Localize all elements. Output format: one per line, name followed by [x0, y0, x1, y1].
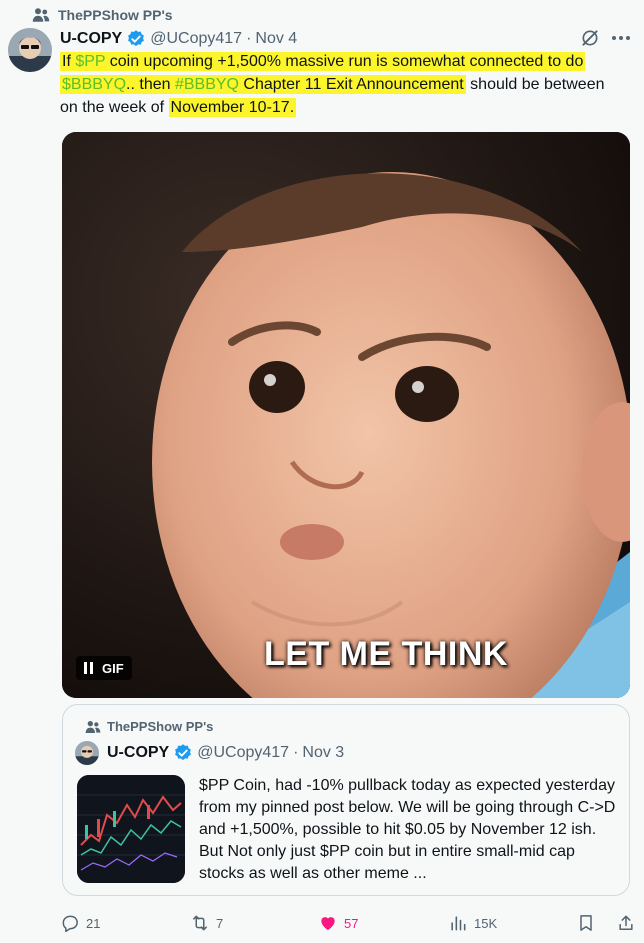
quote-social-context: ThePPShow PP's [85, 719, 213, 734]
tweet-header: U-COPY @UCopy417 · Nov 4 [60, 28, 297, 50]
heart-icon [321, 917, 335, 931]
baby-gif-image [62, 132, 630, 698]
author-handle[interactable]: @UCopy417 [150, 30, 242, 48]
text-segment: $BBBYQ.. then #BBBYQ Chapter 11 Exit Ann… [60, 75, 466, 94]
bookmark-icon [580, 915, 592, 931]
like-button[interactable]: 57 [318, 908, 358, 938]
gif-media[interactable]: GIF LET ME THINK [62, 132, 630, 698]
verified-badge-icon [175, 744, 192, 761]
avatar-image [8, 28, 52, 72]
text-segment: on the week of [60, 99, 169, 116]
tweet-text: If $PP coin upcoming +1,500% massive run… [60, 50, 640, 119]
repost-icon [193, 915, 207, 931]
quote-avatar [75, 741, 99, 765]
reply-icon [62, 915, 78, 933]
quote-author-name: U-COPY [107, 744, 170, 761]
views-chart-icon [451, 916, 466, 931]
verified-badge-icon[interactable] [126, 29, 146, 49]
quote-author-handle: @UCopy417 [197, 744, 290, 761]
grok-icon[interactable] [580, 28, 600, 48]
share-icon [619, 915, 633, 930]
views-count: 15K [474, 915, 498, 931]
quoted-tweet[interactable]: ThePPShow PP's U-COPY @UCopy417 · Nov 3 [62, 704, 630, 896]
avatar[interactable] [8, 28, 52, 72]
quote-text: $PP Coin, had -10% pullback today as exp… [199, 777, 616, 882]
reply-count: 21 [86, 915, 101, 931]
quote-date: Nov 3 [302, 744, 345, 761]
avatar-image [75, 741, 99, 765]
quote-context-label: ThePPShow PP's [107, 719, 214, 734]
people-icon [32, 8, 50, 22]
social-context[interactable]: ThePPShow PP's [32, 4, 173, 26]
quote-chart-thumbnail [77, 775, 185, 883]
text-segment: should be between [465, 76, 605, 93]
action-bar: 21 7 57 15K [60, 908, 640, 938]
separator-dot: · [246, 30, 252, 47]
people-icon [85, 720, 101, 733]
author-name[interactable]: U-COPY [60, 30, 122, 48]
text-segment: November 10-17. [168, 98, 297, 117]
share-button[interactable] [616, 908, 636, 938]
reply-button[interactable]: 21 [60, 908, 100, 938]
bookmark-button[interactable] [576, 908, 596, 938]
views-button[interactable]: 15K [448, 908, 497, 938]
social-context-label: ThePPShow PP's [58, 7, 173, 23]
text-segment: If $PP coin upcoming +1,500% massive run… [60, 52, 586, 71]
more-options-icon[interactable] [612, 30, 636, 46]
hashtag-link[interactable]: #BBBYQ [175, 76, 239, 93]
cashtag-link[interactable]: $BBBYQ [62, 76, 126, 93]
quote-header: U-COPY @UCopy417 · Nov 3 [107, 741, 344, 765]
tweet-date[interactable]: Nov 4 [255, 30, 297, 48]
cashtag-link[interactable]: $PP [75, 53, 105, 70]
repost-count: 7 [216, 915, 224, 931]
separator-dot: · [293, 744, 299, 761]
repost-button[interactable]: 7 [190, 908, 223, 938]
chart-thumbnail-image [77, 775, 185, 883]
like-count: 57 [344, 915, 359, 931]
gif-caption: LET ME THINK [264, 635, 508, 673]
